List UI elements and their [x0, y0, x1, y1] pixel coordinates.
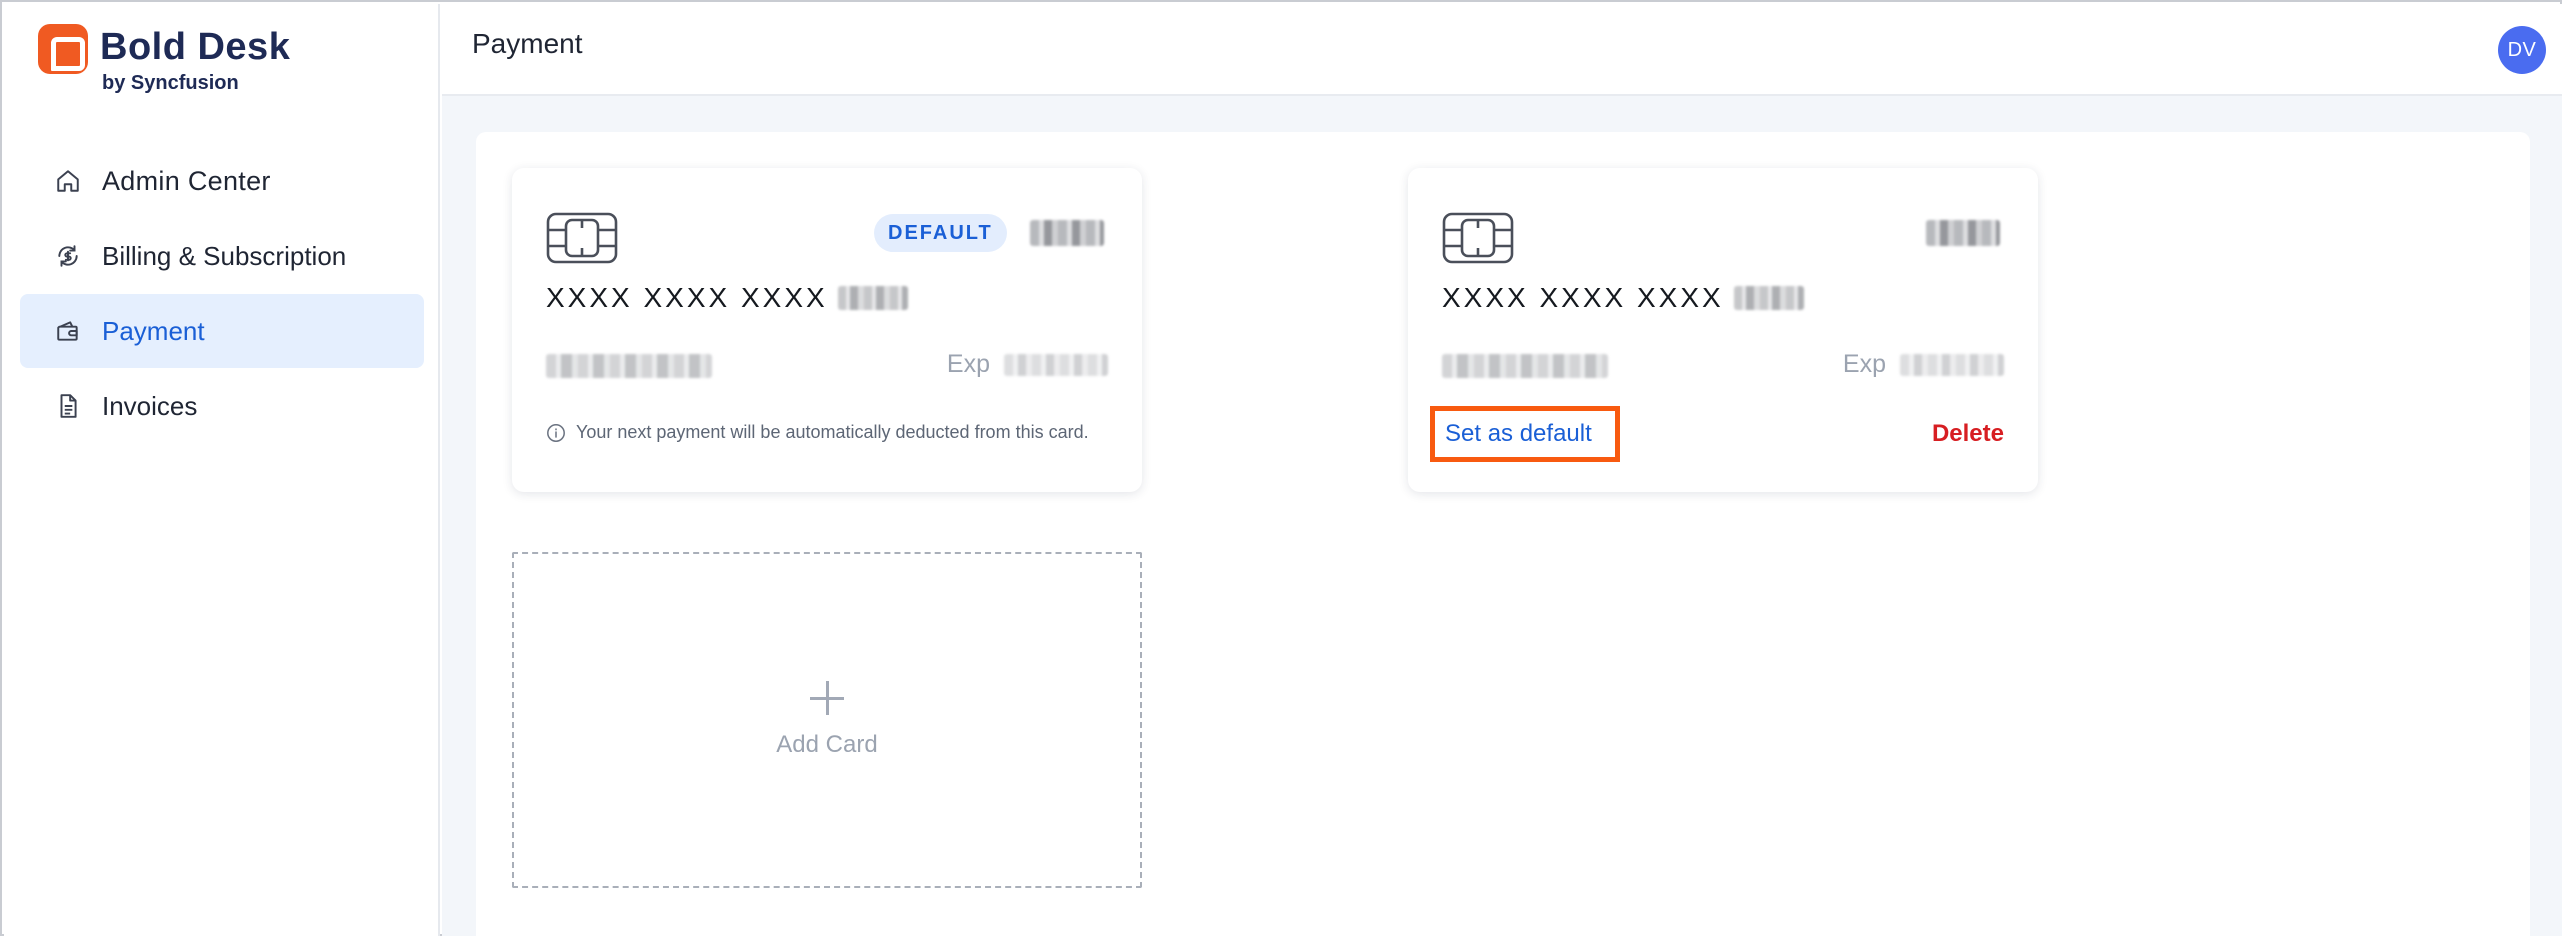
- sidebar-item-billing-subscription[interactable]: Billing & Subscription: [20, 219, 424, 293]
- sidebar-item-admin-center[interactable]: Admin Center: [20, 144, 424, 218]
- top-header: Payment DV: [442, 4, 2562, 96]
- payment-panel: DEFAULT XXXX XXXX XXXX Exp Your next pay…: [476, 132, 2530, 952]
- card-chip-icon: [546, 212, 618, 264]
- brand-logo[interactable]: Bold Desk by Syncfusion: [38, 24, 338, 100]
- document-icon: [54, 392, 82, 420]
- card-number-masked: XXXX XXXX XXXX: [546, 282, 828, 313]
- sidebar-item-label: Admin Center: [102, 165, 271, 196]
- sidebar-item-label: Invoices: [102, 390, 198, 421]
- delete-card-button[interactable]: Delete: [1932, 420, 2004, 448]
- card-expiry-label: Exp: [1842, 350, 1886, 378]
- set-as-default-button[interactable]: Set as default: [1430, 406, 1620, 462]
- card-number: XXXX XXXX XXXX: [546, 282, 908, 314]
- payment-card: XXXX XXXX XXXX Exp Set as default Delete: [1408, 168, 2038, 492]
- home-icon: [54, 167, 82, 195]
- app-window: Bold Desk by Syncfusion Admin Center Bil…: [0, 0, 2562, 952]
- main-content: DEFAULT XXXX XXXX XXXX Exp Your next pay…: [442, 96, 2562, 952]
- card-brand-logo: [1030, 220, 1104, 246]
- card-number-last-digits: [837, 286, 908, 310]
- default-card-note-text: Your next payment will be automatically …: [576, 422, 1089, 442]
- brand-subtitle: by Syncfusion: [102, 72, 239, 94]
- card-number-last-digits: [1733, 286, 1804, 310]
- plus-icon: [810, 681, 844, 715]
- default-card-note: Your next payment will be automatically …: [546, 422, 1089, 443]
- page-title: Payment: [472, 28, 583, 59]
- default-badge: DEFAULT: [874, 214, 1007, 252]
- add-card-button[interactable]: Add Card: [512, 552, 1142, 888]
- sidebar: Bold Desk by Syncfusion Admin Center Bil…: [4, 4, 440, 936]
- sidebar-item-label: Payment: [102, 315, 205, 346]
- payment-card-default: DEFAULT XXXX XXXX XXXX Exp Your next pay…: [512, 168, 1142, 492]
- card-chip-icon: [1442, 212, 1514, 264]
- card-expiry-label: Exp: [946, 350, 990, 378]
- sidebar-item-invoices[interactable]: Invoices: [20, 369, 424, 443]
- sidebar-item-label: Billing & Subscription: [102, 240, 347, 271]
- add-card-label: Add Card: [776, 731, 878, 758]
- card-expiry-value: [1004, 353, 1108, 376]
- brand-logo-icon: [38, 24, 88, 74]
- card-holder-name: [1442, 354, 1608, 378]
- card-holder-name: [546, 354, 712, 378]
- card-expiry-value: [1900, 353, 2004, 376]
- wallet-icon: [54, 317, 82, 345]
- card-expiry: Exp: [947, 350, 1108, 379]
- info-icon: [547, 423, 565, 442]
- card-brand-logo: [1926, 220, 2000, 246]
- card-number-masked: XXXX XXXX XXXX: [1442, 282, 1724, 313]
- billing-icon: [54, 242, 82, 270]
- card-number: XXXX XXXX XXXX: [1442, 282, 1804, 314]
- avatar[interactable]: DV: [2498, 26, 2546, 74]
- card-expiry: Exp: [1843, 350, 2004, 379]
- brand-name: Bold Desk: [100, 26, 291, 68]
- sidebar-nav: Admin Center Billing & Subscription Paym…: [20, 144, 424, 444]
- sidebar-item-payment[interactable]: Payment: [20, 294, 424, 368]
